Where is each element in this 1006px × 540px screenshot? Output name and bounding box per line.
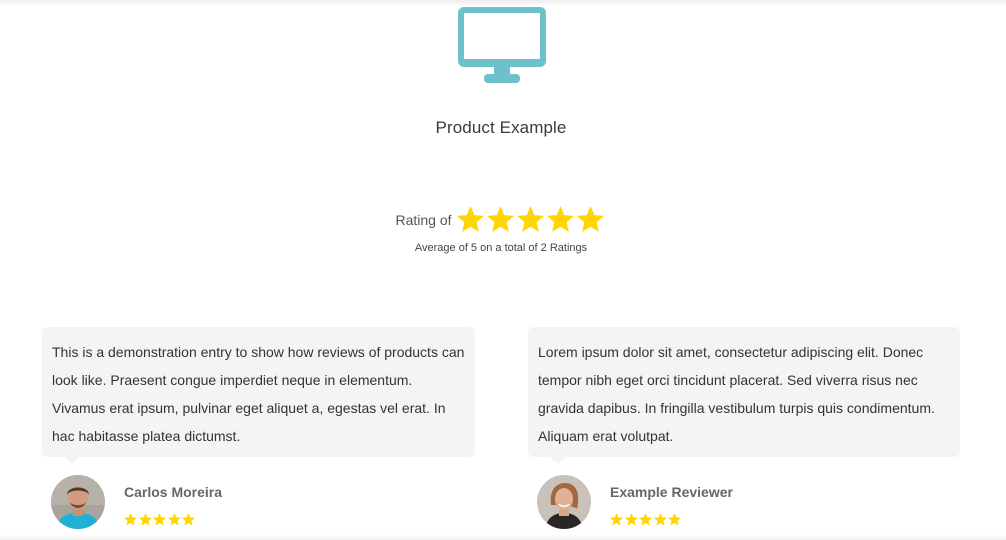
overall-rating: Rating of	[0, 204, 1006, 235]
star-icon	[667, 512, 682, 526]
star-icon	[456, 205, 484, 232]
star-icon	[576, 205, 604, 232]
review-card-1: This is a demonstration entry to show ho…	[42, 327, 475, 464]
star-icon	[152, 512, 167, 526]
review-text: This is a demonstration entry to show ho…	[52, 344, 465, 444]
product-title: Product Example	[435, 118, 567, 137]
star-icon	[638, 512, 653, 526]
star-icon	[181, 512, 196, 526]
speech-tail	[550, 457, 566, 464]
review-star-rating	[123, 512, 196, 527]
speech-tail	[64, 457, 80, 464]
reviewer-name: Carlos Moreira	[124, 484, 223, 500]
review-text: Lorem ipsum dolor sit amet, consectetur …	[538, 344, 935, 444]
monitor-icon	[458, 7, 546, 83]
rating-label: Rating of	[395, 211, 452, 228]
review-card-2: Lorem ipsum dolor sit amet, consectetur …	[528, 327, 960, 464]
star-icon	[609, 512, 624, 526]
star-icon	[546, 205, 574, 232]
bottom-edge-shadow	[0, 534, 1006, 540]
review-star-rating	[609, 512, 682, 527]
reviewer-photo	[537, 475, 591, 529]
star-icon	[138, 512, 152, 526]
avatar	[51, 475, 105, 529]
reviewer-name: Example Reviewer	[610, 484, 733, 500]
star-icon	[653, 512, 667, 526]
star-icon	[123, 512, 138, 526]
overall-star-rating	[455, 204, 605, 235]
rating-average-text: Average of 5 on a total of 2 Ratings	[414, 242, 588, 254]
avatar	[537, 475, 591, 529]
reviewer-photo	[51, 475, 105, 529]
star-icon	[624, 512, 638, 526]
star-icon	[516, 205, 544, 232]
top-edge-shadow	[0, 0, 1006, 6]
star-icon	[167, 512, 181, 526]
star-icon	[486, 205, 514, 232]
